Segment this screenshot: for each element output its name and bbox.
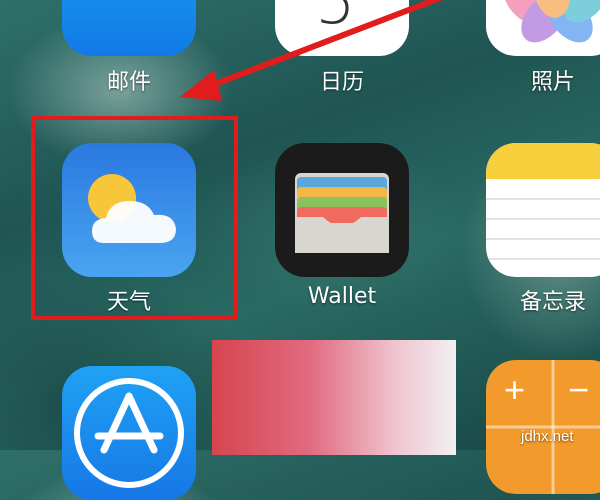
app-label: 备忘录 — [519, 290, 586, 315]
calendar-icon[interactable]: 5 — [275, 0, 409, 56]
blurred-app-icon[interactable] — [212, 340, 456, 455]
calendar-day: 5 — [315, 0, 356, 39]
mail-icon[interactable] — [62, 0, 196, 56]
calculator-plus-key: + — [504, 369, 526, 410]
calculator-icon[interactable]: + − — [486, 360, 600, 494]
notes-icon[interactable] — [486, 143, 600, 277]
photos-icon[interactable] — [486, 0, 600, 56]
calculator-minus-key: − — [568, 369, 590, 410]
app-label: 日历 — [319, 70, 364, 95]
watermark: jdhx.net — [521, 428, 574, 445]
weather-icon[interactable] — [62, 143, 196, 277]
app-label: Wallet — [307, 284, 377, 309]
app-store-icon[interactable] — [62, 366, 196, 500]
app-label: 照片 — [530, 70, 575, 95]
app-label: 天气 — [106, 290, 151, 315]
wallet-icon[interactable] — [275, 143, 409, 277]
app-label: 邮件 — [106, 70, 151, 95]
